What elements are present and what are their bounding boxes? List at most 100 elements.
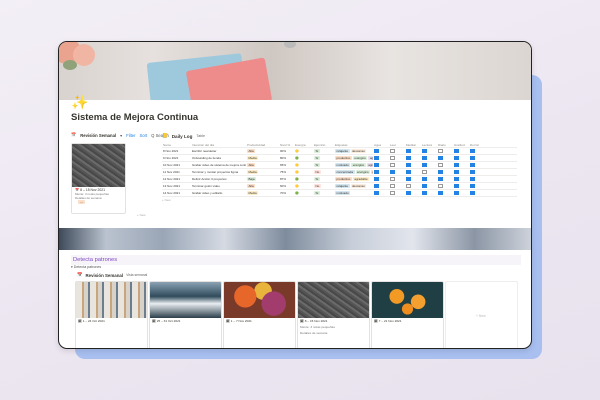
gallery-card[interactable]: 🗓 1 – 24 Oct 2021 bbox=[75, 281, 148, 348]
checkbox[interactable] bbox=[390, 169, 395, 175]
checkbox[interactable] bbox=[438, 176, 443, 182]
checkbox[interactable] bbox=[390, 155, 395, 161]
gallery-card[interactable]: 🗓 7 – 21 Nov 2021 bbox=[371, 281, 444, 348]
column-header[interactable]: Name bbox=[162, 143, 191, 147]
patterns-toggle[interactable]: ▾ Detecta patrones bbox=[71, 265, 101, 269]
checkbox[interactable] bbox=[438, 169, 443, 175]
table-row[interactable]: 10 Nov 2021 Grabar video de sistema de me… bbox=[162, 162, 517, 169]
checkbox[interactable] bbox=[470, 169, 475, 175]
gallery-view-name[interactable]: Revisión Semanal bbox=[85, 273, 123, 278]
checkbox[interactable] bbox=[406, 162, 411, 168]
checkbox[interactable] bbox=[438, 155, 443, 161]
checkbox[interactable] bbox=[390, 190, 395, 196]
table-add-new[interactable]: + New bbox=[162, 197, 517, 203]
checkbox[interactable] bbox=[438, 190, 443, 196]
column-header[interactable]: Productividad bbox=[246, 143, 279, 147]
checkbox[interactable] bbox=[470, 183, 475, 189]
checkbox[interactable] bbox=[422, 155, 427, 161]
column-header[interactable]: Leer bbox=[389, 143, 405, 147]
top-add-new-button[interactable]: + New bbox=[137, 213, 146, 217]
table-row[interactable]: 14 Nov 2021 Grabar video y editarlo Media 7… bbox=[162, 190, 517, 197]
checkbox[interactable] bbox=[454, 148, 459, 154]
checkbox[interactable] bbox=[470, 155, 475, 161]
checkbox[interactable] bbox=[406, 148, 411, 154]
checkbox[interactable] bbox=[470, 176, 475, 182]
checkbox[interactable] bbox=[390, 183, 395, 189]
column-header[interactable]: Energía bbox=[294, 143, 313, 147]
page-icon[interactable]: ✨ bbox=[71, 94, 88, 111]
checkbox[interactable] bbox=[422, 162, 427, 168]
chevron-down-icon[interactable]: ▾ bbox=[120, 133, 122, 138]
gallery-card[interactable]: 🗓 25 – 31 Oct 2021 bbox=[149, 281, 222, 348]
column-header[interactable]: Ejercicio bbox=[313, 143, 334, 147]
checkbox[interactable] bbox=[422, 148, 427, 154]
checkbox[interactable] bbox=[470, 162, 475, 168]
sort-button[interactable]: Sort bbox=[139, 133, 147, 138]
checkbox[interactable] bbox=[374, 162, 379, 168]
table-row[interactable]: 12 Nov 2021 Definir Acción 3 proyectos Baj… bbox=[162, 176, 517, 183]
row-checkbox-cell bbox=[405, 155, 421, 161]
checkbox[interactable] bbox=[422, 169, 427, 175]
checkbox[interactable] bbox=[374, 183, 379, 189]
column-header[interactable]: Nivel % bbox=[279, 143, 294, 147]
gallery-add-new[interactable]: + New bbox=[476, 314, 486, 318]
checkbox[interactable] bbox=[390, 162, 395, 168]
checkbox[interactable] bbox=[438, 183, 443, 189]
tag-pill: agradable bbox=[352, 177, 370, 181]
checkbox[interactable] bbox=[454, 190, 459, 196]
daily-log-title[interactable]: Daily Log bbox=[172, 134, 193, 139]
checkbox[interactable] bbox=[374, 169, 379, 175]
gallery-add-card[interactable]: + New bbox=[445, 281, 518, 348]
checkbox[interactable] bbox=[422, 190, 427, 196]
checkbox[interactable] bbox=[454, 169, 459, 175]
checkbox[interactable] bbox=[406, 176, 411, 182]
table-row[interactable]: 8 Nov 2021 Escribir newsletter Alta 90% 🟡 Sí r… bbox=[162, 148, 517, 155]
row-checkbox-cell bbox=[373, 162, 389, 168]
weekly-review-card[interactable]: 📅 8 – 15 Nov 2021 Mente: 3 notas pequeña… bbox=[71, 143, 126, 214]
checkbox[interactable] bbox=[374, 176, 379, 182]
column-header[interactable]: Diario bbox=[437, 143, 453, 147]
row-exercise: No bbox=[313, 184, 334, 188]
row-checkbox-cell bbox=[469, 155, 485, 161]
gallery-card[interactable]: 🗓 1 – 7 Nov 2021 bbox=[223, 281, 296, 348]
checkbox[interactable] bbox=[390, 148, 395, 154]
checkbox[interactable] bbox=[422, 183, 427, 189]
checkbox[interactable] bbox=[454, 162, 459, 168]
checkbox[interactable] bbox=[438, 148, 443, 154]
gallery-card-image bbox=[224, 282, 295, 318]
row-checkbox-cell bbox=[421, 190, 437, 196]
checkbox[interactable] bbox=[406, 183, 411, 189]
gallery-view-type[interactable]: Vista semanal bbox=[126, 273, 147, 277]
checkbox[interactable] bbox=[390, 176, 395, 182]
table-row[interactable]: 13 Nov 2021 Terminar guión video Alta 60% 🟡 N… bbox=[162, 183, 517, 190]
checkbox[interactable] bbox=[422, 176, 427, 182]
checkbox[interactable] bbox=[454, 183, 459, 189]
row-tags: productivo agradable bbox=[334, 177, 373, 181]
checkbox[interactable] bbox=[470, 190, 475, 196]
checkbox[interactable] bbox=[470, 148, 475, 154]
calendar-icon: 📅 bbox=[77, 272, 83, 277]
column-header[interactable]: Intención del día bbox=[191, 143, 246, 147]
checkbox[interactable] bbox=[374, 155, 379, 161]
table-view-tab[interactable]: Table bbox=[196, 134, 205, 138]
row-energy: 🟡 bbox=[295, 149, 299, 153]
column-header[interactable]: Lectura bbox=[421, 143, 437, 147]
checkbox[interactable] bbox=[374, 148, 379, 154]
checkbox[interactable] bbox=[406, 190, 411, 196]
table-row[interactable]: 9 Nov 2021 Onboarding de tienda Media 80% 🟢 S… bbox=[162, 155, 517, 162]
gallery-card[interactable]: 🗓 8 – 15 Nov 2021 Mente: 3 notas pequeñas… bbox=[297, 281, 370, 348]
column-header[interactable]: Meditar bbox=[405, 143, 421, 147]
filter-button[interactable]: Filter bbox=[126, 133, 135, 138]
checkbox[interactable] bbox=[454, 155, 459, 161]
checkbox[interactable] bbox=[438, 162, 443, 168]
column-header[interactable]: Dormir bbox=[469, 143, 485, 147]
column-header[interactable]: Agua bbox=[373, 143, 389, 147]
view-selector[interactable]: Revisión Semanal bbox=[80, 133, 116, 138]
checkbox[interactable] bbox=[406, 155, 411, 161]
checkbox[interactable] bbox=[374, 190, 379, 196]
column-header[interactable]: Gratitud bbox=[453, 143, 469, 147]
checkbox[interactable] bbox=[406, 169, 411, 175]
table-row[interactable]: 11 Nov 2021 Terminar y montar proyectos f… bbox=[162, 169, 517, 176]
column-header[interactable]: Etiquetas bbox=[334, 143, 373, 147]
checkbox[interactable] bbox=[454, 176, 459, 182]
